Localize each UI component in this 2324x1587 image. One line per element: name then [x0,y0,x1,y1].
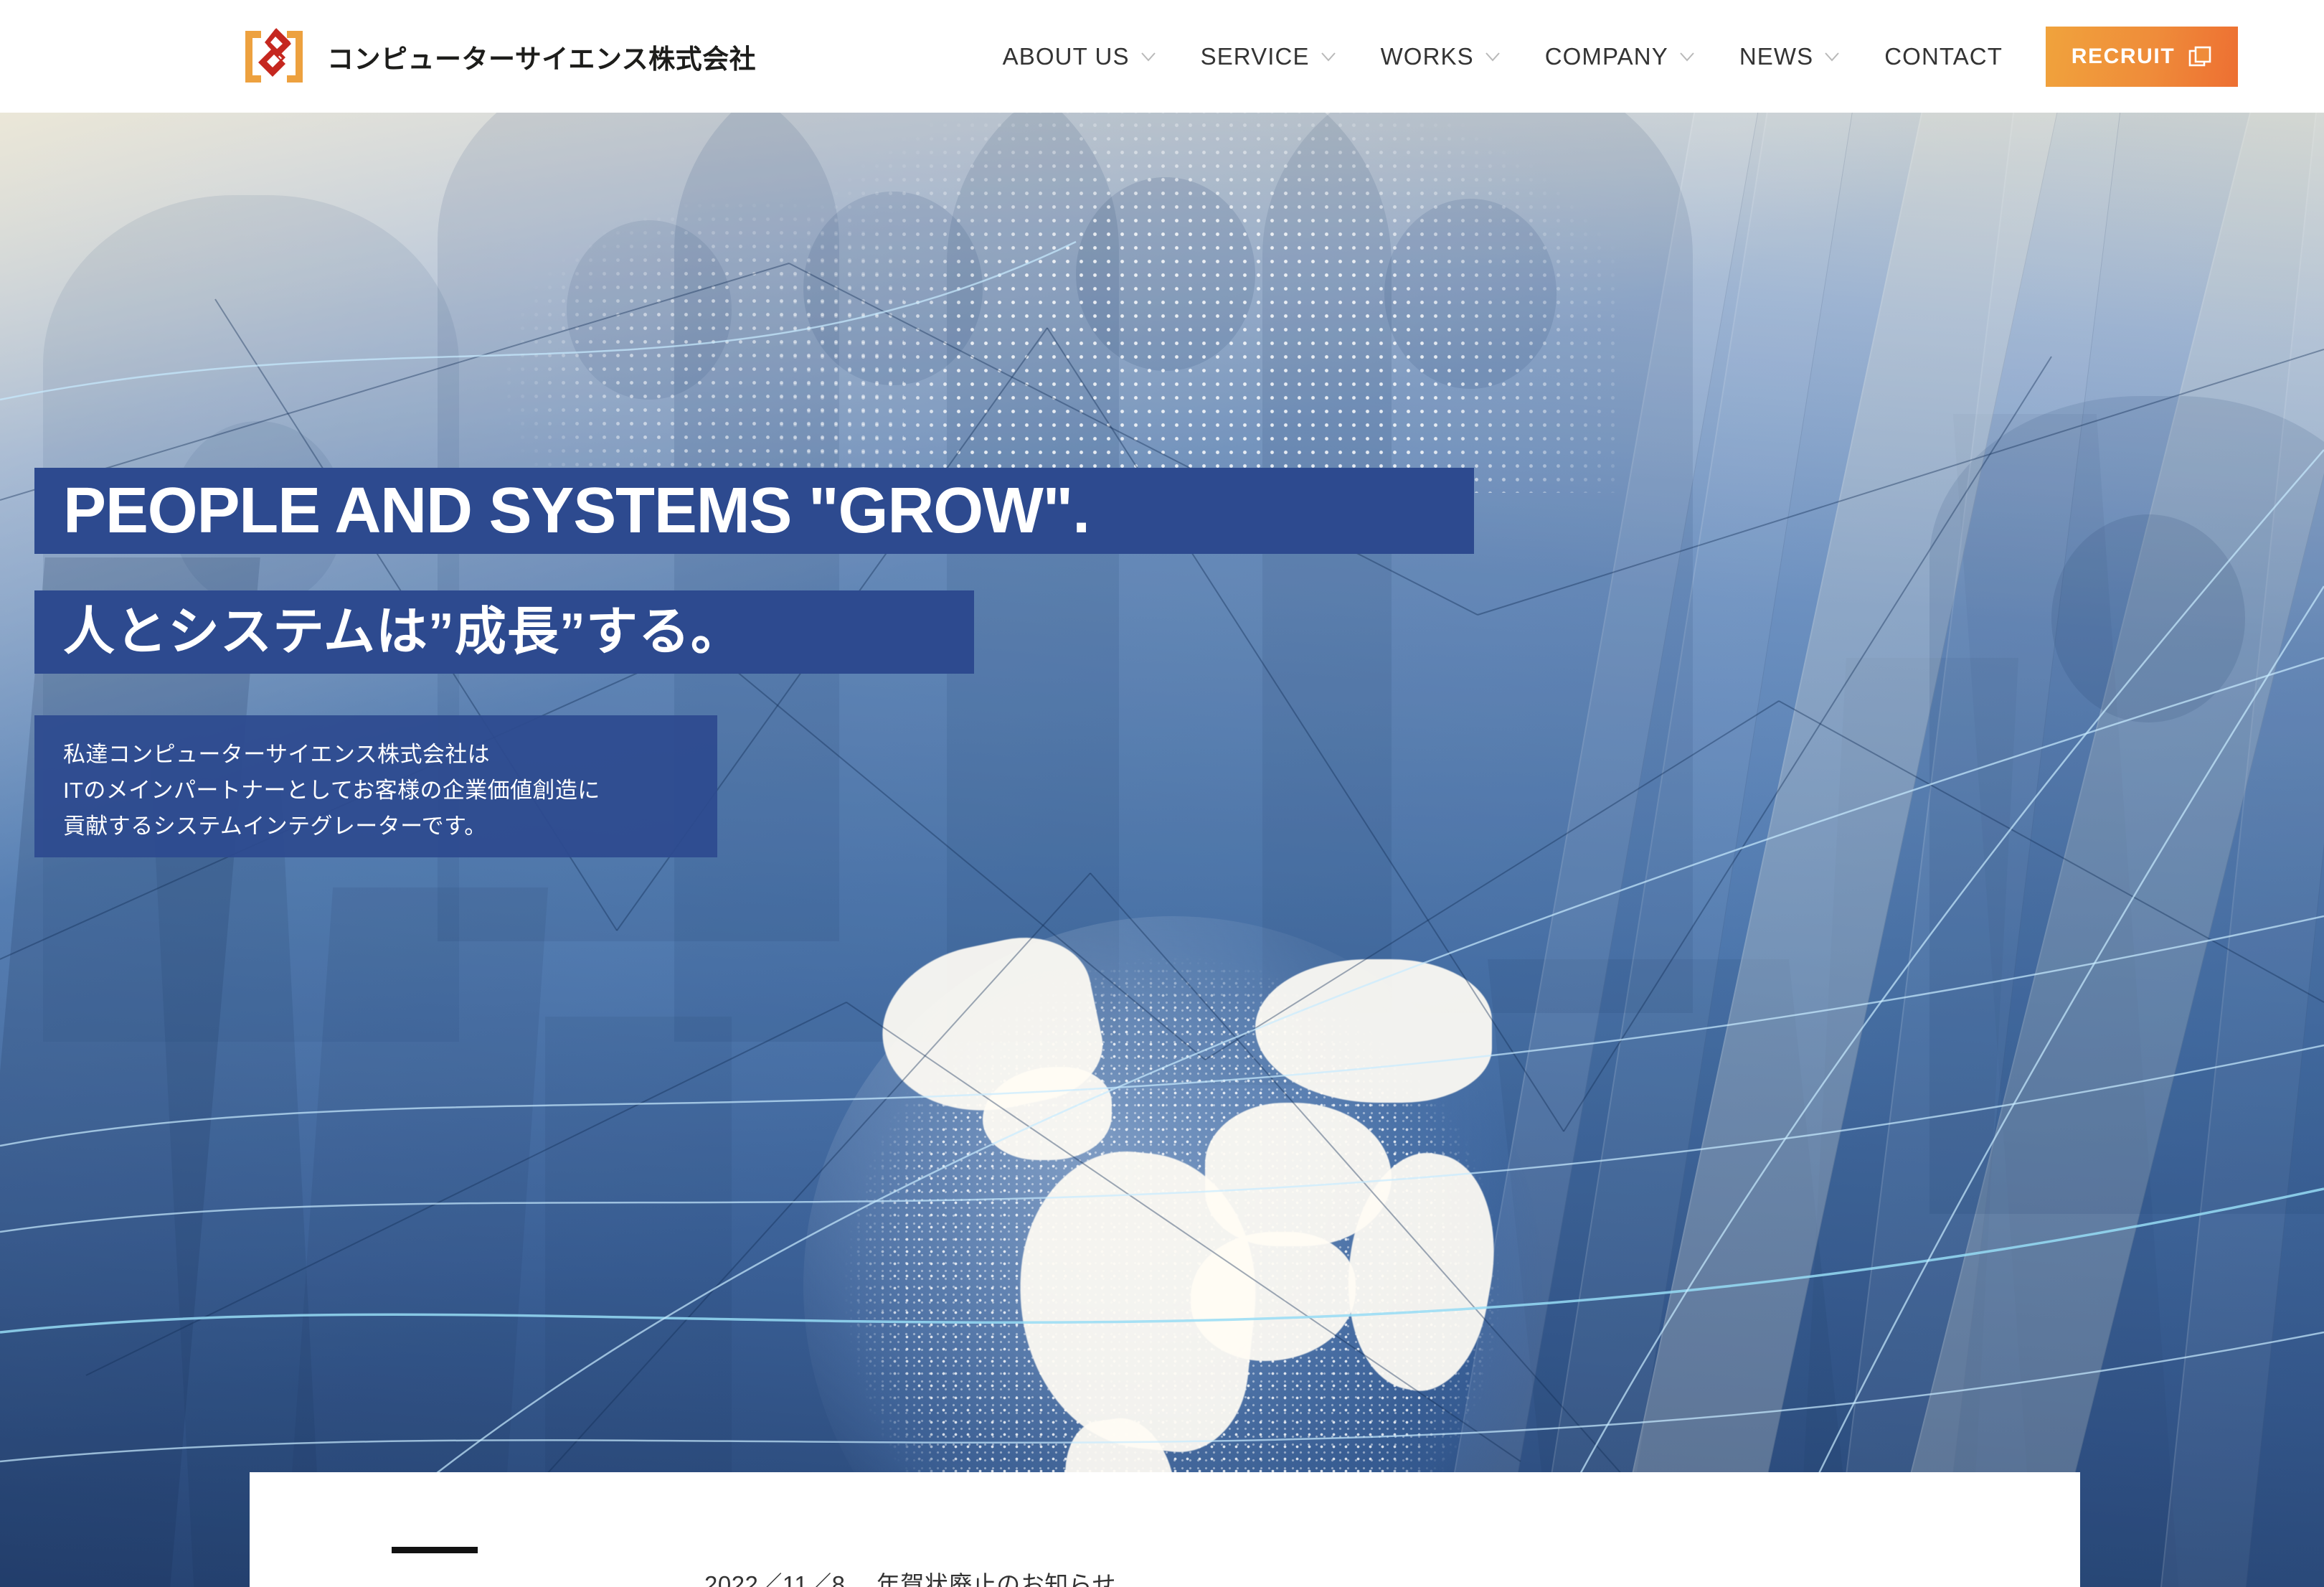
nav-label: WORKS [1380,42,1474,70]
nav-item-service[interactable]: SERVICE [1201,43,1338,70]
nav-item-company[interactable]: COMPANY [1545,43,1696,70]
hero-subheadline-band: 人とシステムは”成長”する。 [34,590,974,674]
nav-item-works[interactable]: WORKS [1381,43,1502,70]
nav-item-news[interactable]: NEWS [1739,43,1841,70]
news-list-item[interactable]: 2022／11／8 年賀状廃止のお知らせ [704,1565,1116,1587]
hero-description-line-3: 貢献するシステムインテグレーターです。 [63,814,487,839]
main-nav: ABOUT US SERVICE WORKS COMPANY NEWS CONT… [1003,26,2324,87]
hero-headline: PEOPLE AND SYSTEMS "GROW". [63,475,1090,547]
nav-label: NEWS [1739,42,1814,70]
brand-logo-link[interactable]: コンピューターサイエンス株式会社 [241,27,756,87]
hero-description-box: 私達コンピューターサイエンス株式会社は ITのメインパートナーとしてお客様の企業… [34,715,717,857]
chevron-down-icon [1483,47,1502,66]
section-rule [392,1547,478,1553]
chevron-down-icon [1319,47,1338,66]
nav-item-about-us[interactable]: ABOUT US [1003,43,1158,70]
nav-label: CONTACT [1884,42,2003,70]
news-date: 2022／11／8 [704,1571,870,1587]
hero-subheadline: 人とシステムは”成長”する。 [63,603,743,661]
nav-label: COMPANY [1544,42,1668,70]
nav-label: ABOUT US [1002,42,1130,70]
cs-bracket-logo-icon [241,27,307,87]
homepage: コンピューターサイエンス株式会社 ABOUT US SERVICE WORKS [0,0,2324,1587]
external-link-icon [2188,44,2212,69]
nav-label: SERVICE [1200,42,1310,70]
news-title: 年賀状廃止のお知らせ [876,1571,1117,1587]
site-header: コンピューターサイエンス株式会社 ABOUT US SERVICE WORKS [0,0,2324,113]
brand-name: コンピューターサイエンス株式会社 [327,44,757,74]
news-panel: 2022／11／8 年賀状廃止のお知らせ [250,1472,2080,1587]
chevron-down-icon [1823,47,1841,66]
hero-description-line-1: 私達コンピューターサイエンス株式会社は [63,742,491,767]
chevron-down-icon [1139,47,1158,66]
hero-headline-band: PEOPLE AND SYSTEMS "GROW". [34,468,1474,554]
hero-description-line-2: ITのメインパートナーとしてお客様の企業価値創造に [63,778,600,804]
hero-section: PEOPLE AND SYSTEMS "GROW". 人とシステムは”成長”する… [0,113,2324,1587]
recruit-button[interactable]: RECRUIT [2046,26,2238,87]
nav-item-contact[interactable]: CONTACT [1884,43,2003,70]
recruit-button-label: RECRUIT [2071,44,2176,68]
chevron-down-icon [1678,47,1696,66]
